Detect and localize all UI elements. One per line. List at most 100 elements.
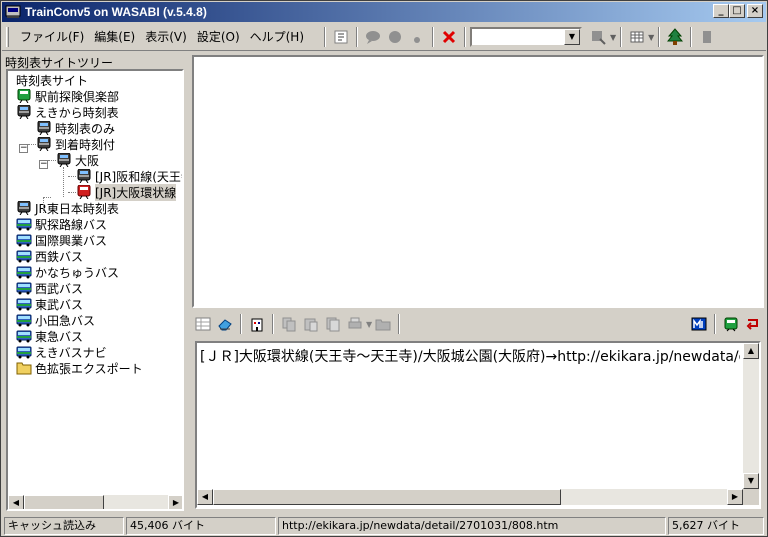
open-file-icon[interactable]	[330, 26, 352, 48]
window-title: TrainConv5 on WASABI (v.5.4.8)	[25, 5, 207, 19]
tree-horizontal-scrollbar[interactable]: ◀ ▶	[8, 495, 182, 509]
tree-item[interactable]: 東急バス	[16, 328, 83, 344]
status-url: http://ekikara.jp/newdata/detail/2701031…	[278, 517, 666, 535]
tree-item-label: [JR]阪和線(天王寺〜	[95, 169, 182, 184]
tree-item-label: 大阪	[75, 153, 100, 168]
tree-item-label: [JR]大阪環状線	[95, 183, 177, 201]
tree-item[interactable]: [JR]阪和線(天王寺〜	[76, 168, 182, 184]
stop-icon[interactable]	[438, 26, 460, 48]
bus-icon	[16, 250, 32, 263]
train-green-icon[interactable]	[720, 313, 742, 335]
address-combo[interactable]: ▼	[470, 27, 582, 47]
toolbar-separator	[464, 27, 466, 47]
paste-icon[interactable]	[300, 313, 322, 335]
menu-edit[interactable]: 編集(E)	[89, 27, 140, 47]
bus-icon	[16, 282, 32, 295]
tree-line	[43, 197, 44, 213]
folder-open-icon[interactable]	[372, 313, 394, 335]
collapse-icon[interactable]: −	[39, 160, 48, 169]
status-page-size: 5,627 バイト	[668, 517, 764, 535]
status-total-size: 45,406 バイト	[126, 517, 276, 535]
tree-item-label: 国際興業バス	[35, 233, 108, 248]
scroll-down-icon[interactable]: ▼	[743, 473, 759, 489]
tree-item-label: 西武バス	[35, 281, 84, 296]
title-bar[interactable]: TrainConv5 on WASABI (v.5.4.8) _ □ ×	[2, 2, 766, 22]
tree-item[interactable]: 西武バス	[16, 280, 83, 296]
tree-item-label: 小田急バス	[35, 313, 96, 328]
preview-pane[interactable]	[192, 55, 764, 308]
tree-item-label: 時刻表のみ	[55, 121, 116, 136]
train-blue-icon	[57, 153, 71, 167]
tree-item-label: 駅探路線バス	[35, 217, 108, 232]
eraser-icon[interactable]	[214, 313, 236, 335]
chevron-down-icon[interactable]: ▼	[564, 29, 580, 45]
book-icon[interactable]	[696, 26, 718, 48]
toolbar-separator	[658, 27, 661, 47]
tree-item-label: 西鉄バス	[35, 249, 84, 264]
scroll-right-icon[interactable]: ▶	[168, 495, 182, 509]
bubble-icon[interactable]	[384, 26, 406, 48]
tree-item[interactable]: 色拡張エクスポート	[16, 360, 143, 376]
duplicate-icon[interactable]	[322, 313, 344, 335]
return-icon[interactable]	[742, 313, 764, 335]
dot-icon[interactable]	[406, 26, 428, 48]
tree-content: 時刻表サイト 駅前探険倶楽部 えきから時刻表 時刻表のみ 到着時刻付 大阪 [JR]阪和線(…	[8, 71, 182, 495]
chat-icon[interactable]	[362, 26, 384, 48]
tree-item-label: 到着時刻付	[55, 137, 116, 152]
toolbar-separator	[714, 314, 716, 334]
menu-help[interactable]: ヘルプ(H)	[245, 27, 309, 47]
close-button[interactable]: ×	[747, 4, 763, 18]
tree-item[interactable]: 駅探路線バス	[16, 216, 107, 232]
scroll-left-icon[interactable]: ◀	[197, 489, 213, 505]
main-toolbar: ▼ ▼ ▼	[320, 26, 718, 48]
chevron-down-icon[interactable]: ▼	[648, 33, 654, 42]
tree-item[interactable]: 東武バス	[16, 296, 83, 312]
scroll-right-icon[interactable]: ▶	[727, 489, 743, 505]
copy-icon[interactable]	[278, 313, 300, 335]
secondary-toolbar: ▼	[192, 312, 764, 336]
scroll-thumb[interactable]	[213, 489, 561, 505]
train-blue-icon	[77, 169, 91, 183]
scroll-thumb[interactable]	[24, 495, 104, 509]
tree-item[interactable]: えきから時刻表	[16, 104, 119, 120]
menu-grip[interactable]	[6, 27, 9, 47]
tree-item[interactable]: かなちゅうバス	[16, 264, 119, 280]
maximize-button[interactable]: □	[729, 4, 745, 18]
tree-item[interactable]: 時刻表サイト	[16, 72, 88, 88]
minimize-button[interactable]: _	[713, 4, 729, 18]
search-icon[interactable]	[588, 26, 610, 48]
chevron-down-icon[interactable]: ▼	[610, 33, 616, 42]
menu-view[interactable]: 表示(V)	[140, 27, 192, 47]
menu-file[interactable]: ファイル(F)	[15, 27, 89, 47]
tree-item[interactable]: 国際興業バス	[16, 232, 107, 248]
tree-item[interactable]: 西鉄バス	[16, 248, 83, 264]
scroll-up-icon[interactable]: ▲	[743, 343, 759, 359]
output-textarea[interactable]: [ＪＲ]大阪環状線(天王寺〜天王寺)/大阪城公園(大阪府)→http://eki…	[195, 341, 761, 509]
status-state: キャッシュ読込み	[4, 517, 124, 535]
collapse-icon[interactable]: −	[19, 144, 28, 153]
print-icon[interactable]	[344, 313, 366, 335]
text-horizontal-scrollbar[interactable]: ◀ ▶	[197, 489, 743, 505]
toolbar-separator	[398, 314, 401, 334]
tree-item[interactable]: [JR]大阪環状線	[76, 183, 177, 201]
text-vertical-scrollbar[interactable]: ▲ ▼	[743, 343, 759, 489]
tree-item[interactable]: えきバスナビ	[16, 344, 107, 360]
tree-item[interactable]: 到着時刻付	[36, 136, 115, 152]
tree-item-label: 時刻表サイト	[16, 73, 89, 88]
table-icon[interactable]	[192, 313, 214, 335]
scroll-left-icon[interactable]: ◀	[8, 495, 24, 509]
site-tree[interactable]: 時刻表サイト 駅前探険倶楽部 えきから時刻表 時刻表のみ 到着時刻付 大阪 [JR]阪和線(…	[6, 69, 184, 511]
building-icon[interactable]	[246, 313, 268, 335]
tree-item[interactable]: 大阪	[56, 152, 99, 168]
tree-line	[68, 176, 76, 177]
tree-item[interactable]: 小田急バス	[16, 312, 95, 328]
bus-icon	[16, 218, 32, 231]
menu-settings[interactable]: 設定(O)	[192, 27, 245, 47]
tree-item[interactable]: JR東日本時刻表	[16, 200, 119, 216]
tree-item[interactable]: 駅前探険倶楽部	[16, 88, 119, 104]
tree-line	[28, 144, 36, 145]
tree-icon[interactable]	[664, 26, 686, 48]
tree-item[interactable]: 時刻表のみ	[36, 120, 115, 136]
grid-view-icon[interactable]	[626, 26, 648, 48]
m-logo-icon[interactable]	[688, 313, 710, 335]
